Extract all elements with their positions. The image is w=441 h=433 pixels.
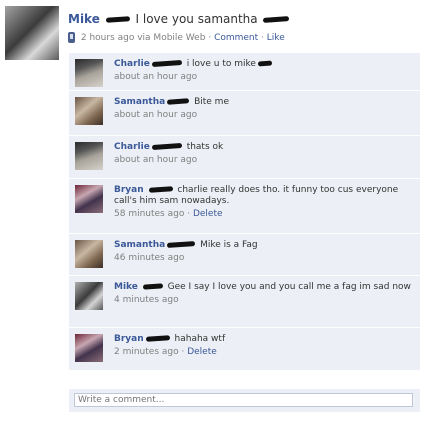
post-author-link[interactable]: Mike (68, 12, 100, 26)
commenter-avatar[interactable] (75, 334, 103, 362)
comment-body: Samantha Bite me about an hour ago (114, 97, 414, 121)
post-header: Mike I love you samantha (68, 12, 291, 26)
comment-item: Bryan hahaha wtf 2 minutes ago · Delete (69, 328, 420, 371)
commenter-avatar[interactable] (75, 97, 103, 125)
commenter-avatar[interactable] (75, 240, 103, 268)
comment-body: Mike Gee I say I love you and you call m… (114, 282, 414, 306)
comment-item: Samantha Bite me about an hour ago (69, 91, 420, 136)
redaction-mark (167, 241, 196, 248)
wall-post: Mike I love you samantha 2 hours ago via… (0, 0, 441, 433)
redaction-mark (145, 335, 170, 342)
comment-time[interactable]: about an hour ago (114, 72, 414, 83)
delete-link[interactable]: Delete (187, 347, 217, 357)
comment-body: Bryan charlie really does tho. it funny … (114, 185, 414, 220)
commenter-name[interactable]: Charlie (114, 59, 150, 69)
mobile-phone-icon (68, 32, 75, 43)
comment-body: Charlie i love u to mike about an hour a… (114, 59, 414, 83)
redaction-mark (142, 283, 163, 290)
commenter-avatar[interactable] (75, 142, 103, 170)
commenter-name[interactable]: Charlie (114, 142, 150, 152)
comment-time[interactable]: 58 minutes ago (114, 209, 184, 219)
comment-meta: 2 minutes ago · Delete (114, 347, 217, 357)
comment-body: Samantha Mike is a Fag 46 minutes ago (114, 240, 414, 264)
commenter-name[interactable]: Bryan (114, 334, 144, 344)
delete-link[interactable]: Delete (193, 209, 223, 219)
commenter-name[interactable]: Mike (114, 282, 138, 292)
commenter-avatar[interactable] (75, 282, 103, 310)
comment-text: thats ok (186, 142, 224, 152)
redaction-mark (151, 142, 182, 151)
redaction-mark (167, 98, 190, 105)
comment-body: Charlie thats ok about an hour ago (114, 142, 414, 166)
redaction-mark (257, 60, 273, 67)
comment-time[interactable]: 2 minutes ago (114, 347, 179, 357)
comment-item: Charlie thats ok about an hour ago (69, 136, 420, 179)
redaction-mark (151, 59, 182, 68)
like-link[interactable]: Like (267, 33, 285, 43)
comment-time[interactable]: 4 minutes ago (114, 295, 414, 306)
commenter-name[interactable]: Samantha (114, 240, 165, 250)
comment-time[interactable]: about an hour ago (114, 155, 414, 166)
comment-item: Mike Gee I say I love you and you call m… (69, 276, 420, 328)
comment-body: Bryan hahaha wtf 2 minutes ago · Delete (114, 334, 414, 358)
comment-text: Bite me (194, 97, 229, 107)
comment-link[interactable]: Comment (214, 33, 258, 43)
write-comment-box (69, 389, 420, 412)
redaction-mark (105, 16, 130, 23)
meta-separator: · (261, 33, 264, 43)
comment-text: i love u to mike (186, 59, 256, 69)
comment-text: hahaha wtf (174, 334, 226, 344)
comment-time[interactable]: about an hour ago (114, 110, 414, 121)
comment-item: Bryan charlie really does tho. it funny … (69, 179, 420, 234)
post-time[interactable]: 2 hours ago via Mobile Web (81, 33, 206, 43)
comment-meta: 58 minutes ago · Delete (114, 209, 223, 219)
redaction-mark (263, 16, 290, 23)
write-comment-input[interactable] (74, 393, 413, 407)
author-avatar[interactable] (5, 6, 59, 60)
commenter-name[interactable]: Samantha (114, 97, 165, 107)
comment-time[interactable]: 46 minutes ago (114, 253, 414, 264)
comment-item: Samantha Mike is a Fag 46 minutes ago (69, 234, 420, 276)
commenter-avatar[interactable] (75, 185, 103, 213)
commenter-avatar[interactable] (75, 59, 103, 87)
commenter-name[interactable]: Bryan (114, 185, 144, 195)
meta-separator: · (208, 33, 212, 43)
post-meta: 2 hours ago via Mobile Web · Comment · L… (68, 32, 285, 44)
redaction-mark (148, 186, 173, 193)
comment-text: Mike is a Fag (200, 240, 258, 250)
comment-list: Charlie i love u to mike about an hour a… (69, 53, 420, 371)
post-text: I love you samantha (135, 12, 258, 26)
comment-text: Gee I say I love you and you call me a f… (167, 282, 411, 292)
comment-item: Charlie i love u to mike about an hour a… (69, 53, 420, 91)
